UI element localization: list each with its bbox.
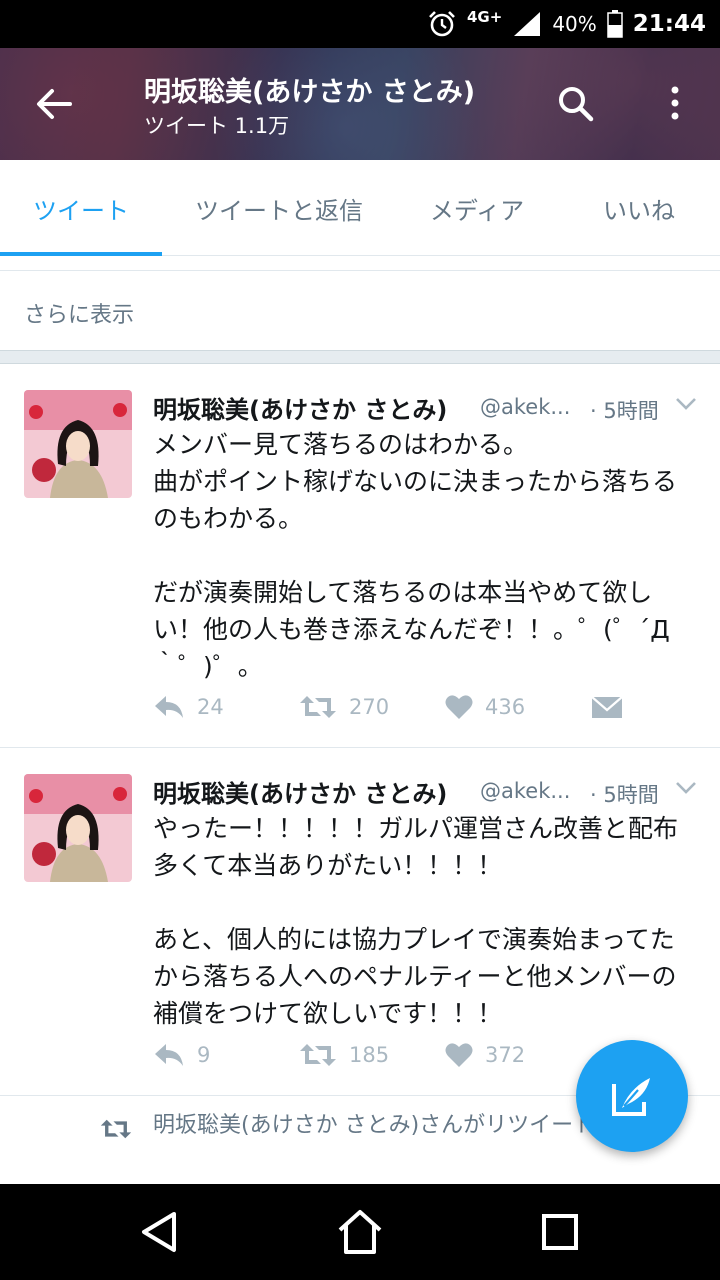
alarm-icon [429, 11, 455, 37]
retweet-icon [300, 1044, 336, 1066]
retweet-action[interactable]: 270 [299, 694, 389, 720]
profile-header: 明坂聡美(あけさか さとみ) ツイート 1.1万 [0, 48, 720, 160]
show-more-link[interactable]: さらに表示 [24, 297, 134, 329]
nav-recents-icon[interactable] [534, 1206, 586, 1258]
tab-tweets-and-replies[interactable]: ツイートと返信 [162, 160, 396, 256]
retweet-icon [100, 1119, 132, 1139]
active-tab-indicator [0, 252, 162, 256]
nav-back-icon[interactable] [134, 1206, 186, 1258]
compose-quill-icon [612, 1078, 650, 1116]
chevron-down-icon[interactable] [675, 780, 697, 796]
reply-icon [155, 696, 183, 718]
tab-media[interactable]: メディア [396, 160, 558, 256]
tweet-count: ツイート 1.1万 [144, 114, 290, 138]
system-nav-bar [0, 1184, 720, 1280]
profile-tabs: ツイート ツイートと返信 メディア いいね [0, 160, 720, 256]
like-action[interactable]: 436 [445, 694, 525, 720]
retweet-icon [300, 696, 336, 718]
reply-icon [155, 1044, 183, 1066]
retweet-action[interactable]: 185 [299, 1042, 389, 1068]
battery-icon [607, 10, 623, 38]
tweet-header: 明坂聡美(あけさか さとみ) @akek... · 5時間 [153, 390, 713, 424]
tweet-item[interactable]: 明坂聡美(あけさか さとみ) @akek... · 5時間 メンバー見て落ちるの… [0, 364, 720, 748]
retweet-count: 185 [349, 1043, 390, 1067]
network-type: 4G+ [467, 8, 503, 26]
tweet-author-name[interactable]: 明坂聡美(あけさか さとみ) [153, 780, 447, 808]
search-icon[interactable] [556, 84, 596, 124]
tweet-text: メンバー見て落ちるのはわかる。 曲がポイント稼げないのに決まったから落ちるのもわ… [153, 430, 678, 681]
like-action[interactable]: 372 [445, 1042, 525, 1068]
avatar[interactable] [24, 390, 132, 498]
nav-home-icon[interactable] [334, 1206, 386, 1258]
tweet-timestamp: · 5時間 [590, 399, 659, 423]
direct-message-action[interactable] [591, 694, 623, 720]
tweet-actions: 24 270 436 [153, 694, 673, 730]
tweet-author-name[interactable]: 明坂聡美(あけさか さとみ) [153, 396, 447, 424]
back-arrow-icon[interactable] [34, 84, 74, 124]
compose-tweet-button[interactable] [576, 1040, 688, 1152]
tweet-header: 明坂聡美(あけさか さとみ) @akek... · 5時間 [153, 774, 713, 808]
reply-count: 24 [197, 695, 224, 719]
envelope-icon [591, 696, 623, 718]
more-options-icon[interactable] [665, 84, 685, 124]
tweet-author-handle[interactable]: @akek... [480, 779, 570, 803]
reply-count: 9 [197, 1043, 211, 1067]
tweet-timestamp: · 5時間 [590, 783, 659, 807]
like-count: 436 [485, 695, 526, 719]
status-bar: 4G+ 40% 21:44 [0, 0, 720, 48]
profile-name: 明坂聡美(あけさか さとみ) [144, 77, 476, 108]
avatar[interactable] [24, 774, 132, 882]
reply-action[interactable]: 24 [153, 694, 224, 720]
tab-likes[interactable]: いいね [558, 160, 720, 256]
clock: 21:44 [632, 11, 706, 37]
chevron-down-icon[interactable] [675, 396, 697, 412]
tweet-text: やったー！！！！！ガルパ運営さん改善と配布多くて本当ありがたい！！！！ あと、個… [153, 814, 679, 1028]
tab-tweets[interactable]: ツイート [0, 160, 162, 256]
reply-action[interactable]: 9 [153, 1042, 210, 1068]
show-more-row[interactable]: さらに表示 [0, 270, 720, 350]
tweet-author-handle[interactable]: @akek... [480, 395, 570, 419]
heart-icon [445, 1043, 473, 1067]
signal-icon [514, 12, 541, 36]
heart-icon [445, 695, 473, 719]
retweet-count: 270 [349, 695, 390, 719]
like-count: 372 [485, 1043, 526, 1067]
section-divider [0, 350, 720, 364]
battery-level: 40% [552, 12, 597, 36]
